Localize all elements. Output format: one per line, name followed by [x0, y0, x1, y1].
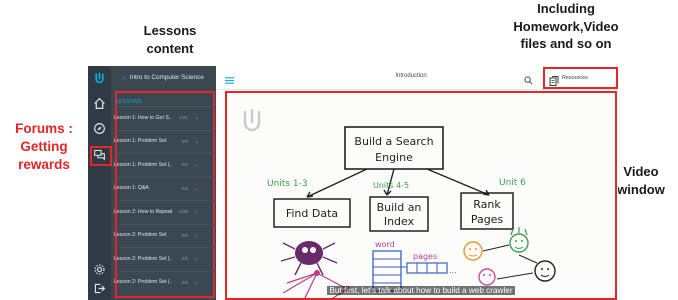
chevron-down-icon: ⌄ [194, 185, 200, 192]
lesson-progress: 0/38 [179, 209, 188, 214]
lesson-item[interactable]: Lesson 1: How to Get S... 1/41 ⌄ [114, 106, 216, 128]
lesson-item[interactable]: Lesson 1: Problem Set 0/9 ⌄ [114, 129, 216, 152]
icon-rail [88, 66, 111, 300]
chevron-down-icon: ⌄ [194, 138, 200, 145]
logout-icon[interactable] [91, 280, 108, 297]
lesson-item[interactable]: Lesson 2: How to Repeat 0/38 ⌄ [114, 200, 216, 222]
lesson-name: Lesson 2: How to Repeat [114, 208, 172, 215]
lesson-name: Lesson 2: Problem Set (... [114, 255, 172, 262]
annotation-video-text: Video window [617, 164, 665, 197]
chevron-down-icon: ⌄ [194, 115, 200, 121]
udacity-logo-icon[interactable] [91, 70, 108, 87]
lesson-name: Lesson 1: Problem Set [114, 138, 167, 144]
lesson-progress: 0/5 [181, 256, 188, 261]
faces-sketch [463, 227, 556, 286]
root-text-line1: Build a Search [354, 135, 433, 148]
svg-text:...: ... [449, 266, 457, 275]
sketch-label-pages: pages [413, 252, 437, 261]
lesson-progress: 0/9 [181, 138, 188, 144]
annotation-homework-text: Including Homework,Video files and so on [513, 1, 619, 52]
sketch-label-word: word [375, 240, 395, 249]
lesson-name: Lesson 1: How to Get S... [114, 114, 172, 121]
annotation-forums: Forums : Getting rewards [0, 120, 88, 175]
resources-icon [549, 73, 559, 86]
unit-label-1: Units 1-3 [267, 179, 308, 189]
lesson-name: Lesson 1: Q&A [114, 185, 149, 191]
chevron-down-icon: ⌄ [194, 162, 200, 168]
lesson-progress: 0/6 [181, 279, 188, 285]
course-title: Intro to Computer Science [129, 73, 204, 81]
index-sketch: word pages ... [372, 240, 457, 292]
video-player[interactable]: Build a Search Engine Units 1-3 Units 4-… [225, 91, 617, 300]
menu-icon[interactable] [225, 72, 234, 84]
concept-title: Introduction [395, 73, 427, 79]
forums-highlight-box [90, 146, 112, 166]
chevron-down-icon: ⌄ [194, 256, 200, 262]
lesson-name: Lesson 2: Problem Set [114, 232, 167, 238]
lessons-heading: LESSONS [116, 99, 142, 105]
chevron-down-icon: ⌄ [194, 279, 200, 286]
settings-icon[interactable] [91, 261, 108, 278]
lesson-item[interactable]: Lesson 1: Problem Set (... 0/4 ⌄ [114, 153, 216, 175]
unit-label-3: Unit 6 [499, 178, 526, 188]
lesson-item[interactable]: Lesson 2: Problem Set (... 0/5 ⌄ [114, 247, 216, 269]
root-text-line2: Engine [375, 151, 413, 164]
whiteboard-drawing: Build a Search Engine Units 1-3 Units 4-… [243, 109, 556, 298]
lesson-name: Lesson 2: Problem Set (... [114, 279, 172, 285]
lesson-progress: 0/6 [181, 185, 188, 191]
unit-label-2: Units 4-5 [373, 181, 409, 190]
node-2-line2: Index [384, 215, 415, 228]
annotation-forums-text: Forums : Getting rewards [15, 121, 73, 173]
annotation-lessons-content: Lessons content [125, 22, 215, 57]
home-icon[interactable] [91, 95, 108, 112]
video-caption: But first, let's talk about how to build… [327, 286, 515, 295]
annotation-lessons-text: Lessons content [143, 23, 197, 56]
lesson-item[interactable]: Lesson 2: Problem Set (... 0/6 ⌄ [114, 270, 216, 293]
lesson-item[interactable]: Lesson 1: Q&A 0/6 ⌄ [114, 176, 216, 199]
node-1-text: Find Data [286, 207, 338, 220]
node-3-line1: Rank [473, 198, 501, 211]
classroom-app: ‹ Intro to Computer Science LESSONS Intr… [88, 66, 618, 300]
chevron-down-icon: ⌄ [194, 209, 200, 215]
chevron-down-icon: ⌄ [194, 232, 200, 239]
annotation-homework: Including Homework,Video files and so on [486, 0, 646, 53]
lesson-name: Lesson 1: Problem Set (... [114, 161, 172, 168]
course-back-link[interactable]: ‹ Intro to Computer Science [111, 66, 216, 88]
node-2-line1: Build an [377, 201, 422, 214]
node-3-line2: Pages [471, 213, 504, 226]
lesson-progress: 0/6 [181, 232, 188, 238]
lesson-item[interactable]: Lesson 2: Problem Set 0/6 ⌄ [114, 223, 216, 246]
compass-icon[interactable] [91, 120, 108, 137]
udacity-watermark-icon [243, 109, 261, 132]
search-icon[interactable] [524, 72, 533, 85]
chevron-left-icon: ‹ [123, 72, 126, 82]
lesson-progress: 1/41 [179, 115, 188, 120]
resources-label: Resources [562, 75, 588, 81]
lesson-progress: 0/4 [181, 162, 188, 167]
top-bar: Introduction Resources [216, 66, 618, 90]
resources-button[interactable]: Resources [543, 67, 618, 89]
arrow-right [426, 168, 490, 196]
arrow-left [306, 168, 368, 198]
